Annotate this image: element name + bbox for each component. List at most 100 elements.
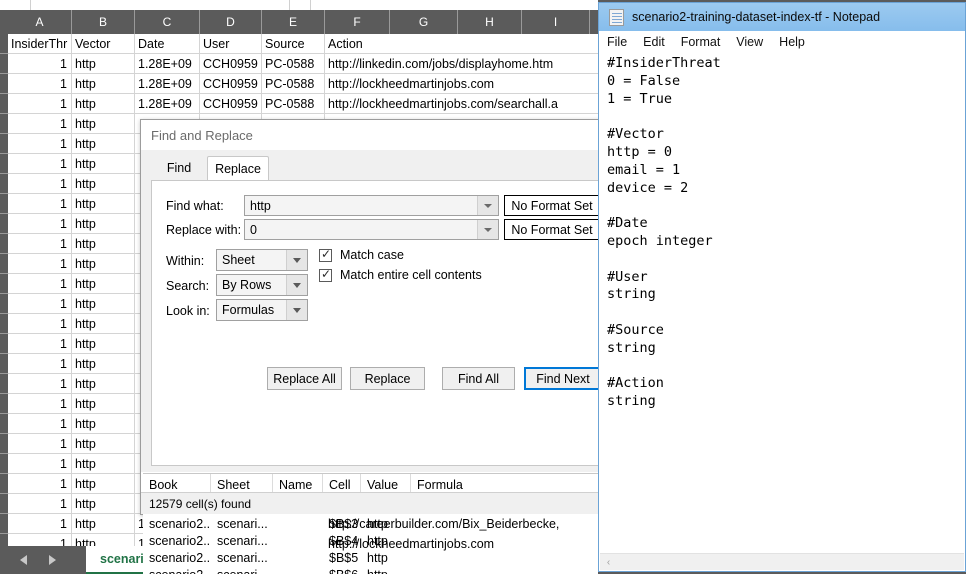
cell[interactable]: http (72, 74, 135, 93)
cell[interactable]: 1 (8, 374, 72, 393)
row-header[interactable] (0, 174, 8, 194)
cell[interactable] (325, 214, 590, 233)
chevron-down-icon[interactable] (286, 300, 307, 320)
cell[interactable]: http (72, 394, 135, 413)
cell[interactable]: 1 (8, 434, 72, 453)
cell[interactable]: http (72, 134, 135, 153)
row-header[interactable] (0, 354, 8, 374)
tab-find[interactable]: Find (151, 156, 207, 180)
cell[interactable]: http (72, 194, 135, 213)
sheet-nav-arrows[interactable] (10, 546, 80, 574)
cell[interactable]: http://lockheedmartinjobs.com/searchall.… (325, 94, 590, 113)
cell[interactable]: 1 (8, 394, 72, 413)
row-header[interactable] (0, 514, 8, 534)
row-header[interactable] (0, 434, 8, 454)
row-header[interactable] (0, 194, 8, 214)
chevron-down-icon[interactable] (286, 250, 307, 270)
column-header-a[interactable]: A (8, 10, 72, 34)
column-header-d[interactable]: D (200, 10, 262, 34)
row-header[interactable] (0, 454, 8, 474)
cell[interactable]: Date (135, 34, 200, 53)
cell[interactable]: http (72, 334, 135, 353)
table-row[interactable]: 1 http 1.28E+09 CCH0959 PC-0588 http://linked… (8, 54, 598, 74)
row-header[interactable] (0, 494, 8, 514)
cell[interactable] (325, 494, 590, 513)
cell[interactable]: 1 (8, 494, 72, 513)
cell[interactable]: Source (262, 34, 325, 53)
cell[interactable]: http (72, 414, 135, 433)
column-header-c[interactable]: C (135, 10, 200, 34)
cell[interactable]: CCH0959 (200, 54, 262, 73)
cell[interactable]: http (72, 374, 135, 393)
cell[interactable]: 1.28E+09 (135, 54, 200, 73)
lookin-dropdown[interactable]: Formulas (216, 299, 308, 321)
cell[interactable]: 1 (8, 274, 72, 293)
cell[interactable]: http://lockheedmartinjobs.com (325, 74, 590, 93)
cell[interactable]: Action (325, 34, 590, 53)
cell[interactable] (325, 114, 590, 133)
cell[interactable] (325, 274, 590, 293)
row-header[interactable] (0, 254, 8, 274)
row-header[interactable] (0, 214, 8, 234)
cell[interactable]: 1 (8, 414, 72, 433)
cell[interactable]: http (72, 494, 135, 513)
cell[interactable]: InsiderThr (8, 34, 72, 53)
tab-replace[interactable]: Replace (207, 156, 269, 181)
cell[interactable]: http://careerbuilder.com/Bix_Beiderbecke… (325, 514, 590, 533)
column-header-i[interactable]: I (522, 10, 590, 34)
triangle-left-icon[interactable] (20, 555, 27, 565)
cell[interactable]: 1 (8, 54, 72, 73)
cell[interactable] (325, 194, 590, 213)
row-header[interactable] (0, 274, 8, 294)
cell[interactable]: http://linkedin.com/jobs/displayhome.htm (325, 54, 590, 73)
cell[interactable]: http (72, 174, 135, 193)
cell[interactable]: http (72, 94, 135, 113)
cell[interactable]: http (72, 354, 135, 373)
cell[interactable]: http (72, 474, 135, 493)
cell[interactable]: 1 (8, 314, 72, 333)
cell[interactable] (325, 434, 590, 453)
cell[interactable]: http (72, 314, 135, 333)
notepad-titlebar[interactable]: scenario2-training-dataset-index-tf - No… (599, 3, 965, 31)
row-header[interactable] (0, 114, 8, 134)
cell[interactable] (325, 414, 590, 433)
row-header[interactable] (0, 74, 8, 94)
menu-item-view[interactable]: View (736, 35, 763, 49)
menu-item-format[interactable]: Format (681, 35, 721, 49)
within-dropdown[interactable]: Sheet (216, 249, 308, 271)
cell[interactable]: 1 (8, 234, 72, 253)
chevron-left-icon[interactable]: ‹ (600, 554, 617, 571)
cell[interactable]: http (72, 454, 135, 473)
cell[interactable]: 1 (8, 514, 72, 533)
cell[interactable] (325, 154, 590, 173)
cell[interactable]: http (72, 434, 135, 453)
cell[interactable] (325, 394, 590, 413)
chevron-down-icon[interactable] (286, 275, 307, 295)
cell[interactable]: 1.28E+09 (135, 74, 200, 93)
cell[interactable]: CCH0959 (200, 94, 262, 113)
cell[interactable]: http (72, 154, 135, 173)
cell[interactable]: 1 (8, 334, 72, 353)
cell[interactable]: http (72, 214, 135, 233)
cell[interactable]: http (72, 294, 135, 313)
row-header[interactable] (0, 474, 8, 494)
cell[interactable]: 1 (8, 114, 72, 133)
triangle-right-icon[interactable] (49, 555, 56, 565)
cell[interactable] (325, 334, 590, 353)
cell[interactable]: 1 (8, 454, 72, 473)
row-header[interactable] (0, 294, 8, 314)
cell[interactable]: http (72, 514, 135, 533)
row-header[interactable] (0, 394, 8, 414)
column-header-h[interactable]: H (458, 10, 522, 34)
cell[interactable] (325, 134, 590, 153)
cell[interactable] (325, 454, 590, 473)
cell[interactable] (325, 174, 590, 193)
cell[interactable]: PC-0588 (262, 54, 325, 73)
row-header[interactable] (0, 414, 8, 434)
table-row[interactable]: 1http1.28E+09CCH0959PC-0588http://lockhe… (8, 94, 598, 114)
cell[interactable]: PC-0588 (262, 94, 325, 113)
column-header-f[interactable]: F (325, 10, 390, 34)
cell[interactable] (325, 374, 590, 393)
cell[interactable]: 1 (8, 134, 72, 153)
row-header[interactable] (0, 334, 8, 354)
